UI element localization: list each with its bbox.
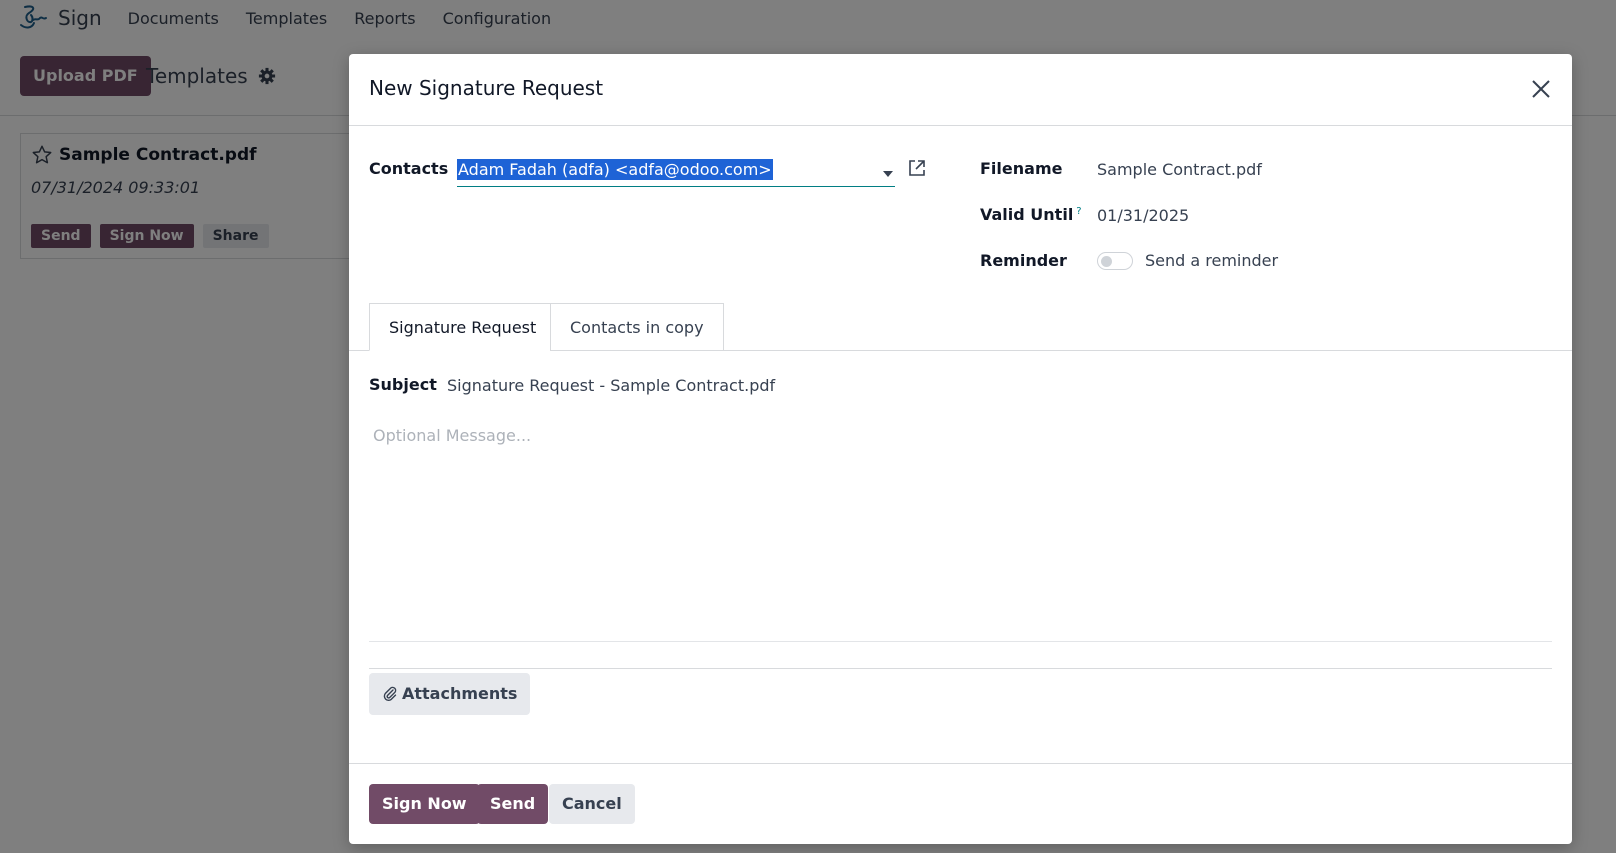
sign-now-button[interactable]: Sign Now: [369, 784, 480, 824]
paperclip-icon: [383, 686, 397, 701]
subject-input[interactable]: Signature Request - Sample Contract.pdf: [447, 376, 775, 395]
dropdown-caret-icon[interactable]: [883, 171, 893, 177]
attachments-button[interactable]: Attachments: [369, 673, 531, 715]
attachments-divider: [369, 668, 1552, 669]
reminder-toggle[interactable]: [1097, 252, 1133, 270]
toggle-knob: [1101, 256, 1112, 267]
subject-label: Subject: [369, 375, 437, 394]
close-icon[interactable]: [1526, 74, 1556, 104]
valid-until-label-text: Valid Until: [980, 205, 1074, 224]
new-signature-request-dialog: New Signature Request Contacts Adam Fada…: [349, 54, 1572, 844]
send-button[interactable]: Send: [477, 784, 549, 824]
cancel-button[interactable]: Cancel: [549, 784, 635, 824]
help-tooltip-icon[interactable]: ?: [1076, 206, 1081, 217]
valid-until-label: Valid Until?: [980, 205, 1082, 224]
tab-contacts-in-copy[interactable]: Contacts in copy: [550, 303, 724, 351]
contacts-input[interactable]: Adam Fadah (adfa) <adfa@odoo.com>: [457, 157, 895, 187]
filename-value[interactable]: Sample Contract.pdf: [1097, 160, 1262, 179]
message-divider: [369, 641, 1552, 642]
modal-header: New Signature Request: [349, 54, 1572, 126]
contacts-selected-text[interactable]: Adam Fadah (adfa) <adfa@odoo.com>: [457, 159, 773, 180]
reminder-text[interactable]: Send a reminder: [1145, 251, 1278, 270]
message-editor[interactable]: Optional Message...: [373, 426, 531, 445]
reminder-label: Reminder: [980, 251, 1067, 270]
attachments-label: Attachments: [402, 684, 518, 703]
filename-label: Filename: [980, 159, 1063, 178]
contacts-label: Contacts: [369, 159, 449, 178]
modal-footer: Sign Now Send Cancel: [349, 763, 1572, 844]
external-link-icon[interactable]: [907, 158, 927, 178]
modal-title: New Signature Request: [369, 76, 604, 100]
valid-until-input[interactable]: 01/31/2025: [1097, 206, 1189, 225]
tab-signature-request[interactable]: Signature Request: [369, 303, 557, 351]
